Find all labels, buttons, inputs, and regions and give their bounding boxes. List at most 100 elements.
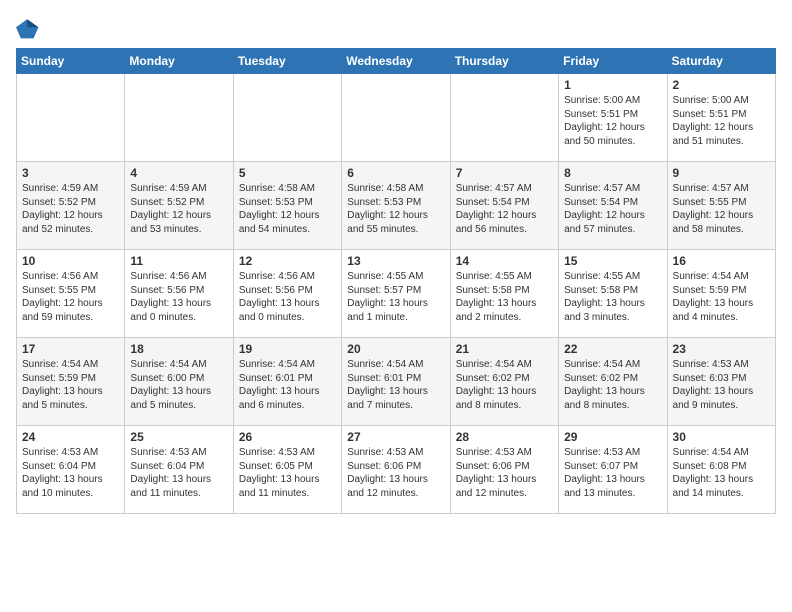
calendar-week-row: 10Sunrise: 4:56 AM Sunset: 5:55 PM Dayli… <box>17 250 776 338</box>
calendar-cell <box>233 74 341 162</box>
day-number: 8 <box>564 166 661 180</box>
logo-icon <box>16 16 40 40</box>
calendar-cell: 27 Sunrise: 4:53 AM Sunset: 6:06 PM Dayli… <box>342 426 450 514</box>
calendar-cell <box>125 74 233 162</box>
calendar-cell: 7Sunrise: 4:57 AM Sunset: 5:54 PM Daylig… <box>450 162 558 250</box>
day-info: Sunrise: 4:57 AM Sunset: 5:54 PM Dayligh… <box>564 182 661 236</box>
day-number: 28 <box>456 430 553 444</box>
day-info: Sunrise: 4:53 AM Sunset: 6:07 PM Dayligh… <box>564 446 661 500</box>
calendar-cell: 19 Sunrise: 4:54 AM Sunset: 6:01 PM Dayli… <box>233 338 341 426</box>
header-row: Sunday Monday Tuesday Wednesday Thursday… <box>17 49 776 74</box>
calendar-cell <box>17 74 125 162</box>
calendar-header: Sunday Monday Tuesday Wednesday Thursday… <box>17 49 776 74</box>
day-info: Sunrise: 4:54 AM Sunset: 6:01 PM Dayligh… <box>239 358 336 412</box>
day-info: Sunrise: 4:55 AM Sunset: 5:58 PM Dayligh… <box>456 270 553 324</box>
calendar-cell: 1 Sunrise: 5:00 AM Sunset: 5:51 PM Daylig… <box>559 74 667 162</box>
day-number: 22 <box>564 342 661 356</box>
day-number: 5 <box>239 166 336 180</box>
calendar-cell: 6Sunrise: 4:58 AM Sunset: 5:53 PM Daylig… <box>342 162 450 250</box>
day-number: 11 <box>130 254 227 268</box>
calendar-cell: 5 Sunrise: 4:58 AM Sunset: 5:53 PM Daylig… <box>233 162 341 250</box>
day-info: Sunrise: 5:00 AM Sunset: 5:51 PM Dayligh… <box>564 94 661 148</box>
calendar-cell: 9 Sunrise: 4:57 AM Sunset: 5:55 PM Daylig… <box>667 162 775 250</box>
day-info: Sunrise: 4:54 AM Sunset: 6:00 PM Dayligh… <box>130 358 227 412</box>
day-number: 20 <box>347 342 444 356</box>
calendar-cell: 18 Sunrise: 4:54 AM Sunset: 6:00 PM Dayli… <box>125 338 233 426</box>
calendar-body: 1 Sunrise: 5:00 AM Sunset: 5:51 PM Daylig… <box>17 74 776 514</box>
calendar-cell: 24 Sunrise: 4:53 AM Sunset: 6:04 PM Dayli… <box>17 426 125 514</box>
day-number: 4 <box>130 166 227 180</box>
col-sunday: Sunday <box>17 49 125 74</box>
day-info: Sunrise: 4:59 AM Sunset: 5:52 PM Dayligh… <box>22 182 119 236</box>
day-number: 13 <box>347 254 444 268</box>
day-info: Sunrise: 4:55 AM Sunset: 5:58 PM Dayligh… <box>564 270 661 324</box>
day-info: Sunrise: 4:53 AM Sunset: 6:03 PM Dayligh… <box>673 358 770 412</box>
calendar-cell: 16Sunrise: 4:54 AM Sunset: 5:59 PM Dayli… <box>667 250 775 338</box>
day-info: Sunrise: 4:58 AM Sunset: 5:53 PM Dayligh… <box>239 182 336 236</box>
day-info: Sunrise: 4:53 AM Sunset: 6:04 PM Dayligh… <box>22 446 119 500</box>
day-info: Sunrise: 4:54 AM Sunset: 6:01 PM Dayligh… <box>347 358 444 412</box>
day-number: 19 <box>239 342 336 356</box>
calendar-cell: 22 Sunrise: 4:54 AM Sunset: 6:02 PM Dayli… <box>559 338 667 426</box>
day-number: 24 <box>22 430 119 444</box>
day-number: 18 <box>130 342 227 356</box>
calendar-cell: 17Sunrise: 4:54 AM Sunset: 5:59 PM Dayli… <box>17 338 125 426</box>
col-thursday: Thursday <box>450 49 558 74</box>
day-number: 10 <box>22 254 119 268</box>
day-number: 3 <box>22 166 119 180</box>
col-wednesday: Wednesday <box>342 49 450 74</box>
calendar-cell <box>342 74 450 162</box>
calendar-cell: 13 Sunrise: 4:55 AM Sunset: 5:57 PM Dayli… <box>342 250 450 338</box>
calendar-cell: 28Sunrise: 4:53 AM Sunset: 6:06 PM Dayli… <box>450 426 558 514</box>
col-monday: Monday <box>125 49 233 74</box>
calendar-cell: 11Sunrise: 4:56 AM Sunset: 5:56 PM Dayli… <box>125 250 233 338</box>
page-header <box>16 16 776 40</box>
day-number: 23 <box>673 342 770 356</box>
calendar-week-row: 1 Sunrise: 5:00 AM Sunset: 5:51 PM Daylig… <box>17 74 776 162</box>
day-info: Sunrise: 4:53 AM Sunset: 6:06 PM Dayligh… <box>347 446 444 500</box>
day-info: Sunrise: 4:54 AM Sunset: 5:59 PM Dayligh… <box>22 358 119 412</box>
day-info: Sunrise: 5:00 AM Sunset: 5:51 PM Dayligh… <box>673 94 770 148</box>
day-number: 15 <box>564 254 661 268</box>
day-info: Sunrise: 4:53 AM Sunset: 6:04 PM Dayligh… <box>130 446 227 500</box>
calendar-cell: 15 Sunrise: 4:55 AM Sunset: 5:58 PM Dayli… <box>559 250 667 338</box>
col-friday: Friday <box>559 49 667 74</box>
day-info: Sunrise: 4:54 AM Sunset: 6:02 PM Dayligh… <box>564 358 661 412</box>
day-number: 30 <box>673 430 770 444</box>
calendar-week-row: 24 Sunrise: 4:53 AM Sunset: 6:04 PM Dayli… <box>17 426 776 514</box>
day-number: 1 <box>564 78 661 92</box>
calendar-table: Sunday Monday Tuesday Wednesday Thursday… <box>16 48 776 514</box>
day-info: Sunrise: 4:57 AM Sunset: 5:55 PM Dayligh… <box>673 182 770 236</box>
day-number: 27 <box>347 430 444 444</box>
calendar-cell: 10Sunrise: 4:56 AM Sunset: 5:55 PM Dayli… <box>17 250 125 338</box>
calendar-cell: 12 Sunrise: 4:56 AM Sunset: 5:56 PM Dayli… <box>233 250 341 338</box>
calendar-week-row: 3 Sunrise: 4:59 AM Sunset: 5:52 PM Daylig… <box>17 162 776 250</box>
calendar-cell: 21Sunrise: 4:54 AM Sunset: 6:02 PM Dayli… <box>450 338 558 426</box>
day-info: Sunrise: 4:53 AM Sunset: 6:05 PM Dayligh… <box>239 446 336 500</box>
day-info: Sunrise: 4:55 AM Sunset: 5:57 PM Dayligh… <box>347 270 444 324</box>
calendar-cell: 29 Sunrise: 4:53 AM Sunset: 6:07 PM Dayli… <box>559 426 667 514</box>
calendar-cell <box>450 74 558 162</box>
day-number: 25 <box>130 430 227 444</box>
calendar-cell: 4Sunrise: 4:59 AM Sunset: 5:52 PM Daylig… <box>125 162 233 250</box>
day-info: Sunrise: 4:58 AM Sunset: 5:53 PM Dayligh… <box>347 182 444 236</box>
day-number: 14 <box>456 254 553 268</box>
day-number: 12 <box>239 254 336 268</box>
col-tuesday: Tuesday <box>233 49 341 74</box>
calendar-cell: 23 Sunrise: 4:53 AM Sunset: 6:03 PM Dayli… <box>667 338 775 426</box>
day-number: 16 <box>673 254 770 268</box>
calendar-cell: 14 Sunrise: 4:55 AM Sunset: 5:58 PM Dayli… <box>450 250 558 338</box>
calendar-cell: 25 Sunrise: 4:53 AM Sunset: 6:04 PM Dayli… <box>125 426 233 514</box>
day-info: Sunrise: 4:54 AM Sunset: 6:02 PM Dayligh… <box>456 358 553 412</box>
day-number: 26 <box>239 430 336 444</box>
calendar-cell: 26 Sunrise: 4:53 AM Sunset: 6:05 PM Dayli… <box>233 426 341 514</box>
day-number: 29 <box>564 430 661 444</box>
calendar-week-row: 17Sunrise: 4:54 AM Sunset: 5:59 PM Dayli… <box>17 338 776 426</box>
day-info: Sunrise: 4:56 AM Sunset: 5:56 PM Dayligh… <box>239 270 336 324</box>
day-number: 9 <box>673 166 770 180</box>
calendar-cell: 3 Sunrise: 4:59 AM Sunset: 5:52 PM Daylig… <box>17 162 125 250</box>
day-info: Sunrise: 4:54 AM Sunset: 6:08 PM Dayligh… <box>673 446 770 500</box>
logo <box>16 16 44 40</box>
calendar-cell: 20 Sunrise: 4:54 AM Sunset: 6:01 PM Dayli… <box>342 338 450 426</box>
calendar-cell: 30 Sunrise: 4:54 AM Sunset: 6:08 PM Dayli… <box>667 426 775 514</box>
